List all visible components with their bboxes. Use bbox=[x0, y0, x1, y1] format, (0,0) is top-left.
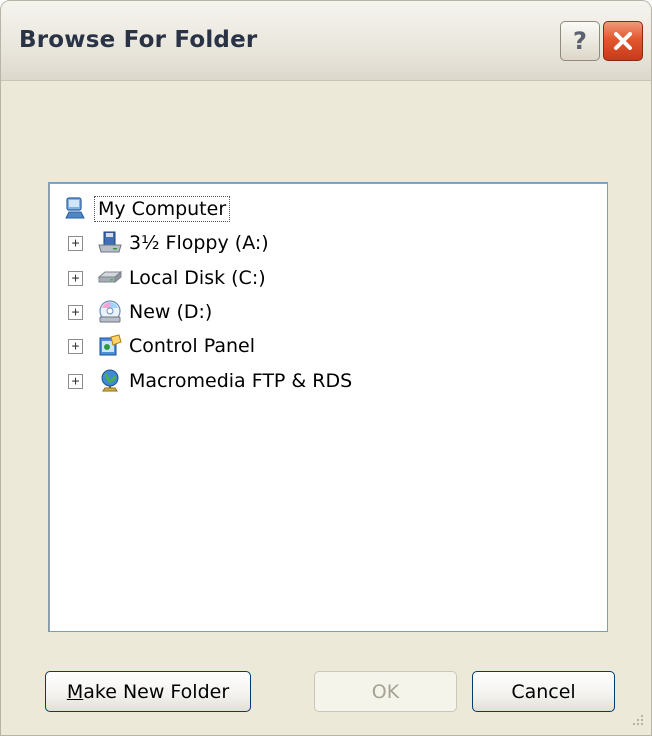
tree-item-my-computer[interactable]: My Computer bbox=[63, 192, 231, 226]
tree-item-label: My Computer bbox=[94, 196, 231, 222]
tree-item-label: Control Panel bbox=[129, 335, 255, 357]
my-computer-icon bbox=[65, 197, 85, 219]
resize-grip-icon[interactable] bbox=[627, 711, 645, 729]
tree-item-macromedia-ftp[interactable]: + Macromedia FTP & RDS bbox=[68, 364, 352, 398]
cancel-label: Cancel bbox=[511, 680, 576, 703]
expand-toggle[interactable]: + bbox=[68, 373, 83, 389]
cd-drive-icon bbox=[99, 300, 121, 323]
folder-tree[interactable]: My Computer + 3½ Floppy (A:) + Local Dis… bbox=[48, 182, 608, 632]
tree-item-local-disk[interactable]: + Local Disk (C:) bbox=[68, 261, 266, 295]
dialog-title: Browse For Folder bbox=[19, 27, 258, 53]
control-panel-icon bbox=[99, 334, 122, 356]
tree-item-label: 3½ Floppy (A:) bbox=[129, 232, 269, 254]
expand-toggle[interactable]: + bbox=[68, 304, 83, 320]
tree-item-new-drive[interactable]: + New (D:) bbox=[68, 295, 212, 329]
expand-toggle[interactable]: + bbox=[68, 338, 83, 354]
tree-item-label: Local Disk (C:) bbox=[129, 267, 266, 289]
expand-toggle[interactable]: + bbox=[68, 235, 83, 251]
ok-button[interactable]: OK bbox=[314, 671, 457, 712]
close-button[interactable] bbox=[603, 21, 643, 61]
make-new-folder-label: Make New Folder bbox=[66, 680, 230, 703]
title-bar[interactable]: Browse For Folder ? bbox=[1, 1, 651, 81]
floppy-drive-icon bbox=[98, 231, 122, 253]
cancel-button[interactable]: Cancel bbox=[472, 671, 615, 712]
ok-label: OK bbox=[371, 680, 400, 703]
tree-item-label: Macromedia FTP & RDS bbox=[129, 370, 353, 392]
tree-item-control-panel[interactable]: + Control Panel bbox=[68, 329, 255, 363]
close-icon bbox=[614, 32, 632, 50]
network-globe-icon bbox=[101, 369, 119, 392]
help-icon: ? bbox=[573, 27, 587, 55]
tree-item-floppy[interactable]: + 3½ Floppy (A:) bbox=[68, 226, 269, 260]
browse-for-folder-dialog: Browse For Folder ? My Computer + 3½ Flo… bbox=[0, 0, 652, 736]
tree-item-label: New (D:) bbox=[129, 301, 213, 323]
hard-disk-icon bbox=[97, 270, 123, 284]
help-button[interactable]: ? bbox=[560, 21, 600, 61]
make-new-folder-button[interactable]: Make New Folder bbox=[45, 671, 251, 712]
expand-toggle[interactable]: + bbox=[68, 270, 83, 286]
